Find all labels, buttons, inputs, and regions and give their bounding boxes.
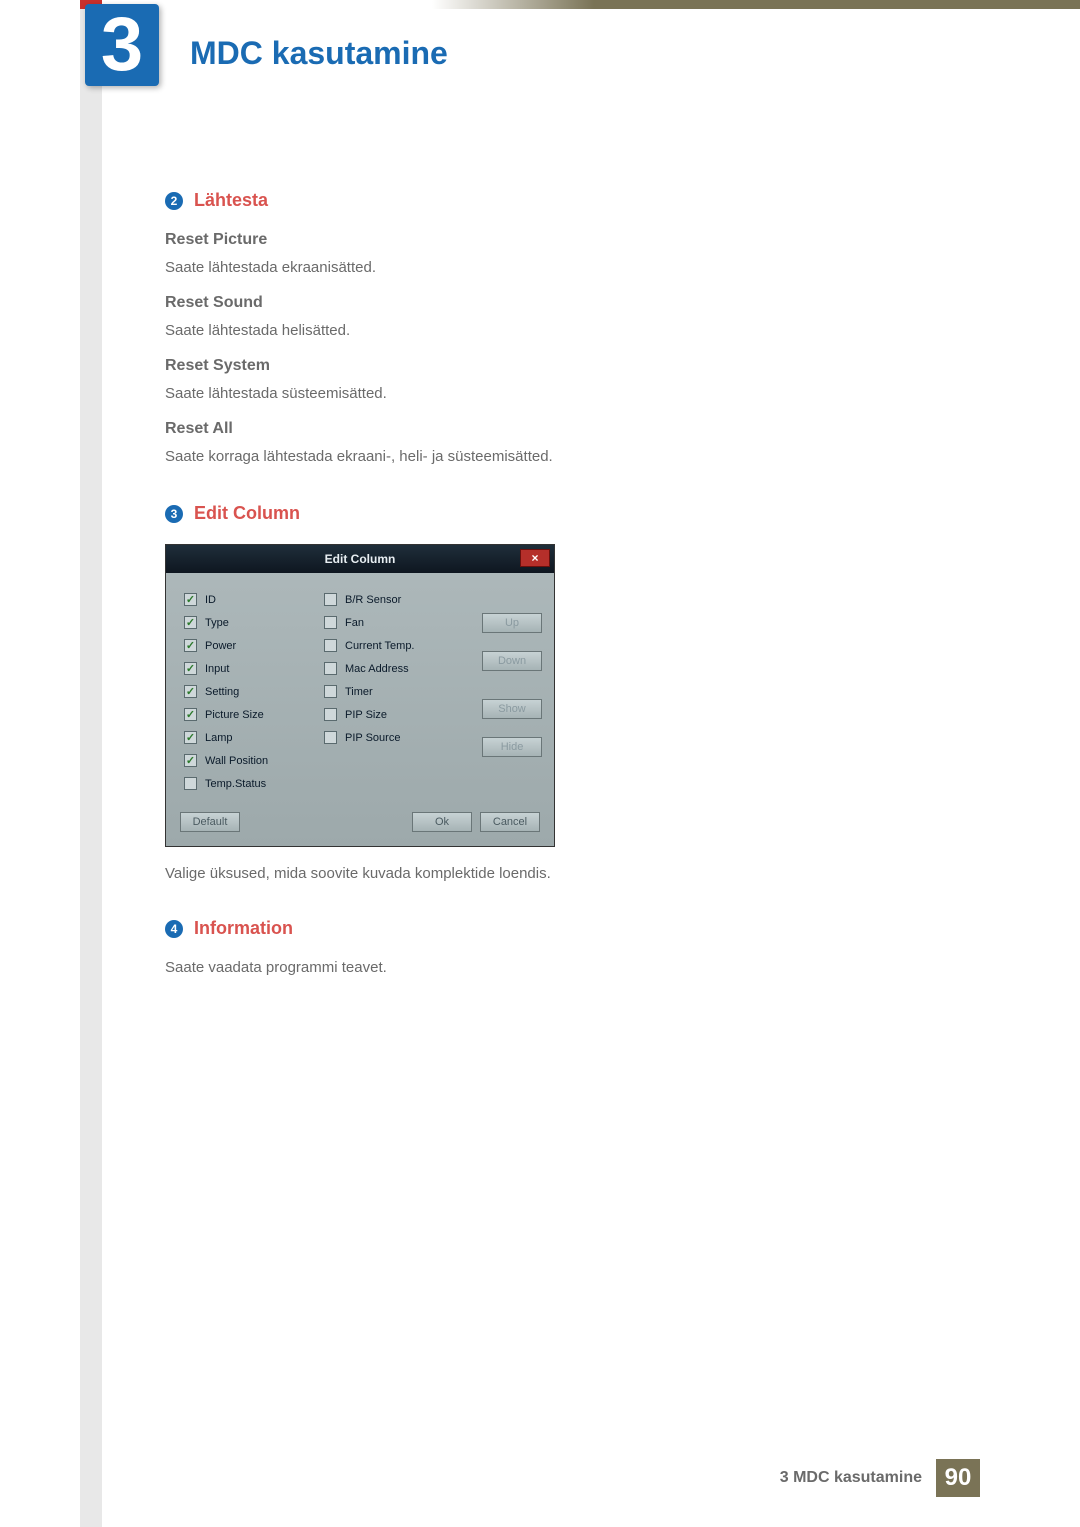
checkbox-br-sensor[interactable] (324, 593, 337, 606)
edit-column-dialog: Edit Column × ID Type Power Input Settin… (165, 544, 555, 847)
dialog-titlebar: Edit Column × (166, 545, 554, 573)
dialog-column-3: Up Down Show Hide (454, 593, 542, 790)
chk-timer: Timer (324, 685, 454, 698)
section-4-title: Information (194, 918, 293, 938)
close-button[interactable]: × (520, 549, 550, 567)
label-wall-position: Wall Position (205, 755, 268, 767)
checkbox-mac-address[interactable] (324, 662, 337, 675)
checkbox-picture-size[interactable] (184, 708, 197, 721)
section-2-number-icon: 2 (165, 192, 183, 210)
label-mac-address: Mac Address (345, 663, 409, 675)
edit-column-caption: Valige üksused, mida soovite kuvada komp… (165, 865, 945, 882)
edit-column-dialog-image: Edit Column × ID Type Power Input Settin… (165, 544, 555, 847)
reset-sound-text: Saate lähtestada helisätted. (165, 322, 945, 339)
reset-picture-heading: Reset Picture (165, 231, 945, 249)
label-power: Power (205, 640, 236, 652)
section-2-heading: 2 Lähtesta (165, 190, 945, 211)
reset-all-text: Saate korraga lähtestada ekraani-, heli-… (165, 448, 945, 465)
reset-picture-text: Saate lähtestada ekraanisätted. (165, 259, 945, 276)
dialog-footer: Default Ok Cancel (166, 802, 554, 846)
chk-temp-status: Temp.Status (184, 777, 324, 790)
checkbox-setting[interactable] (184, 685, 197, 698)
label-current-temp: Current Temp. (345, 640, 415, 652)
label-fan: Fan (345, 617, 364, 629)
checkbox-pip-size[interactable] (324, 708, 337, 721)
chapter-number-badge: 3 (85, 4, 159, 86)
label-type: Type (205, 617, 229, 629)
chk-pip-source: PIP Source (324, 731, 454, 744)
side-stripe (80, 0, 102, 1527)
dialog-body: ID Type Power Input Setting Picture Size… (166, 573, 554, 802)
checkbox-current-temp[interactable] (324, 639, 337, 652)
hide-button[interactable]: Hide (482, 737, 542, 757)
checkbox-lamp[interactable] (184, 731, 197, 744)
reset-system-heading: Reset System (165, 357, 945, 375)
section-4-heading: 4 Information (165, 918, 945, 939)
page-content: 2 Lähtesta Reset Picture Saate lähtestad… (165, 190, 945, 986)
checkbox-input[interactable] (184, 662, 197, 675)
information-text: Saate vaadata programmi teavet. (165, 959, 945, 976)
label-timer: Timer (345, 686, 373, 698)
reset-sound-heading: Reset Sound (165, 294, 945, 312)
section-3-heading: 3 Edit Column (165, 503, 945, 524)
chk-mac-address: Mac Address (324, 662, 454, 675)
checkbox-temp-status[interactable] (184, 777, 197, 790)
chk-power: Power (184, 639, 324, 652)
page-number: 90 (936, 1459, 980, 1497)
dialog-title: Edit Column (325, 552, 396, 566)
label-id: ID (205, 594, 216, 606)
chk-fan: Fan (324, 616, 454, 629)
chk-lamp: Lamp (184, 731, 324, 744)
checkbox-power[interactable] (184, 639, 197, 652)
reset-all-heading: Reset All (165, 420, 945, 438)
reset-system-text: Saate lähtestada süsteemisätted. (165, 385, 945, 402)
checkbox-type[interactable] (184, 616, 197, 629)
footer-label: 3 MDC kasutamine (780, 1469, 922, 1487)
label-pip-source: PIP Source (345, 732, 400, 744)
chapter-title: MDC kasutamine (190, 35, 448, 72)
chk-picture-size: Picture Size (184, 708, 324, 721)
chk-type: Type (184, 616, 324, 629)
down-button[interactable]: Down (482, 651, 542, 671)
label-lamp: Lamp (205, 732, 233, 744)
chk-br-sensor: B/R Sensor (324, 593, 454, 606)
checkbox-pip-source[interactable] (324, 731, 337, 744)
checkbox-wall-position[interactable] (184, 754, 197, 767)
section-2-title: Lähtesta (194, 190, 268, 210)
dialog-column-2: B/R Sensor Fan Current Temp. Mac Address… (324, 593, 454, 790)
label-pip-size: PIP Size (345, 709, 387, 721)
section-3-number-icon: 3 (165, 505, 183, 523)
dialog-column-1: ID Type Power Input Setting Picture Size… (184, 593, 324, 790)
checkbox-id[interactable] (184, 593, 197, 606)
cancel-button[interactable]: Cancel (480, 812, 540, 832)
show-button[interactable]: Show (482, 699, 542, 719)
label-input: Input (205, 663, 229, 675)
chk-current-temp: Current Temp. (324, 639, 454, 652)
chk-wall-position: Wall Position (184, 754, 324, 767)
chk-id: ID (184, 593, 324, 606)
checkbox-timer[interactable] (324, 685, 337, 698)
page-footer: 3 MDC kasutamine 90 (780, 1459, 980, 1497)
label-temp-status: Temp.Status (205, 778, 266, 790)
up-button[interactable]: Up (482, 613, 542, 633)
chk-setting: Setting (184, 685, 324, 698)
ok-button[interactable]: Ok (412, 812, 472, 832)
label-setting: Setting (205, 686, 239, 698)
label-picture-size: Picture Size (205, 709, 264, 721)
default-button[interactable]: Default (180, 812, 240, 832)
chk-pip-size: PIP Size (324, 708, 454, 721)
label-br-sensor: B/R Sensor (345, 594, 401, 606)
section-3-title: Edit Column (194, 503, 300, 523)
chk-input: Input (184, 662, 324, 675)
top-bar (0, 0, 1080, 9)
section-4-number-icon: 4 (165, 920, 183, 938)
checkbox-fan[interactable] (324, 616, 337, 629)
